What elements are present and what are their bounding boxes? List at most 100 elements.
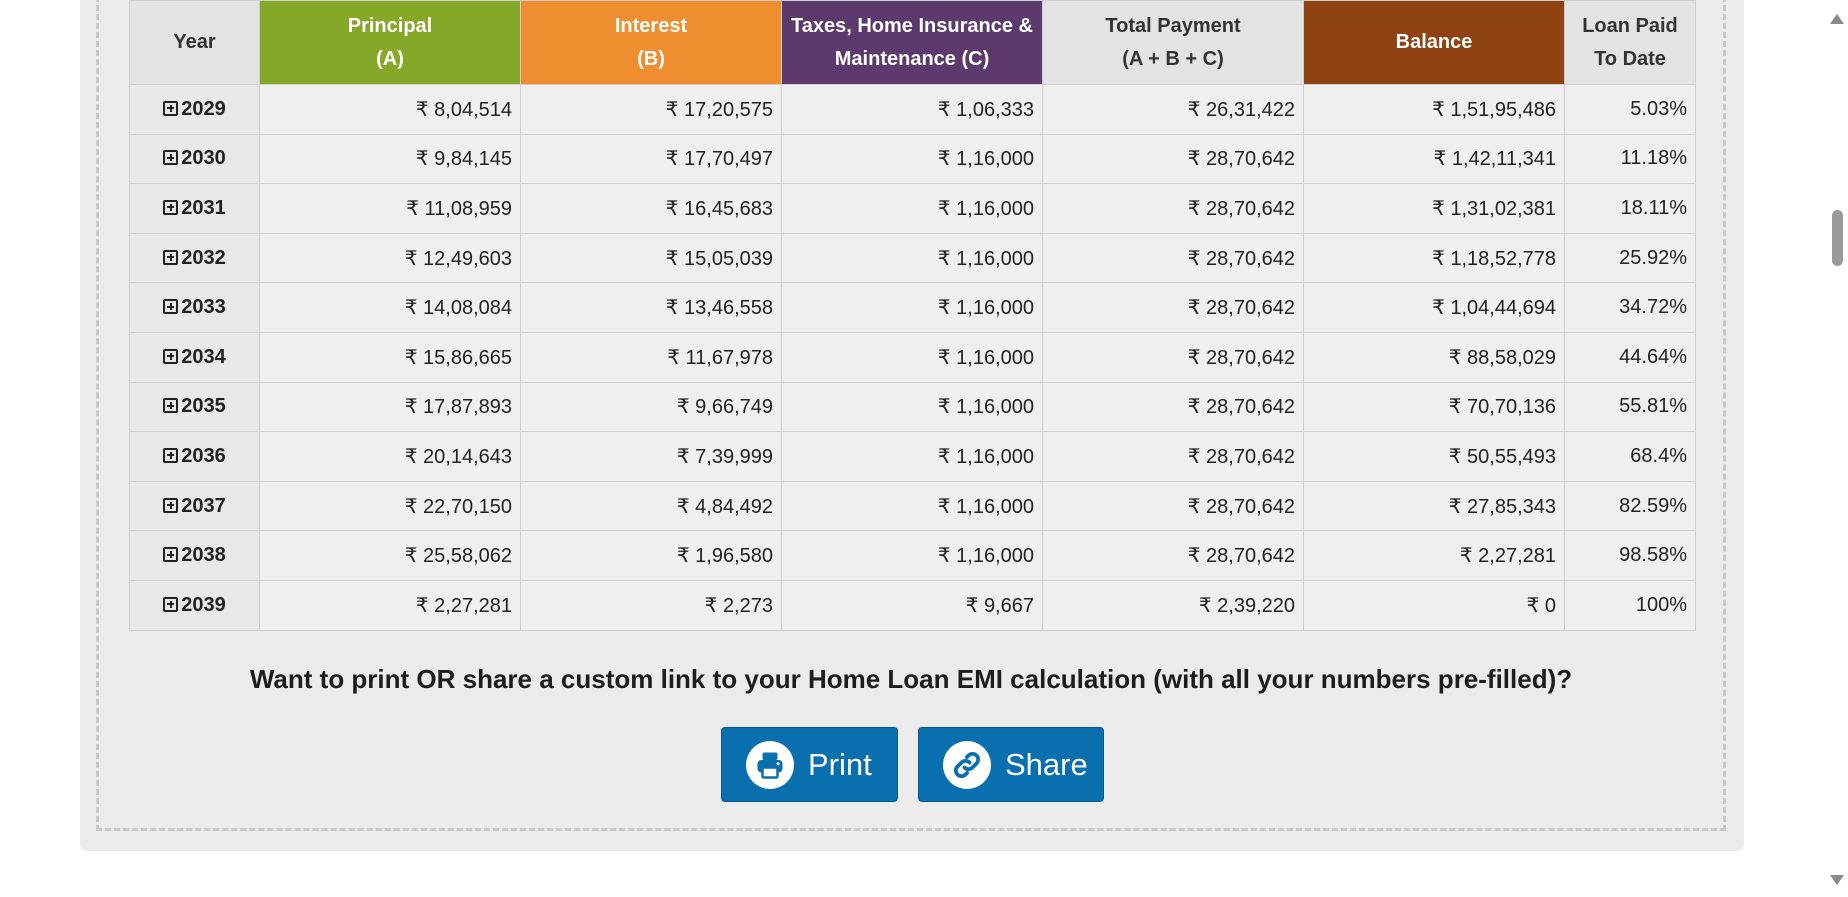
plus-square-icon[interactable] <box>163 249 179 265</box>
paid-cell: 98.58% <box>1564 530 1696 581</box>
taxes-cell: ₹ 1,06,333 <box>781 84 1043 135</box>
balance-cell: ₹ 50,55,493 <box>1303 431 1565 482</box>
paid-cell: 18.11% <box>1564 183 1696 234</box>
balance-cell: ₹ 0 <box>1303 579 1565 631</box>
plus-square-icon[interactable] <box>163 596 179 612</box>
paid-cell: 82.59% <box>1564 480 1696 532</box>
year-cell[interactable]: 2037 <box>129 480 260 532</box>
paid-cell: 44.64% <box>1564 331 1696 383</box>
taxes-cell: ₹ 1,16,000 <box>781 480 1043 532</box>
interest-column-header: Interest (B) <box>520 0 782 85</box>
plus-square-icon[interactable] <box>163 348 179 364</box>
interest-cell: ₹ 17,70,497 <box>520 133 782 185</box>
balance-cell: ₹ 1,51,95,486 <box>1303 84 1565 135</box>
scroll-thumb[interactable] <box>1832 210 1843 266</box>
balance-cell: ₹ 27,85,343 <box>1303 480 1565 532</box>
paid-cell: 11.18% <box>1564 133 1696 185</box>
year-label: 2034 <box>181 345 226 368</box>
interest-cell: ₹ 4,84,492 <box>520 480 782 532</box>
principal-cell: ₹ 12,49,603 <box>259 232 521 284</box>
taxes-cell: ₹ 1,16,000 <box>781 331 1043 383</box>
year-cell[interactable]: 2036 <box>129 431 260 482</box>
paid-cell: 25.92% <box>1564 232 1696 284</box>
print-button-label: Print <box>808 746 872 782</box>
taxes-cell: ₹ 9,667 <box>781 579 1043 631</box>
share-button-label: Share <box>1005 746 1088 782</box>
total-payment-column-header: Total Payment (A + B + C) <box>1042 0 1304 85</box>
vertical-scrollbar[interactable] <box>1826 0 1848 897</box>
total-cell: ₹ 2,39,220 <box>1042 579 1304 631</box>
table-body: 2029 ₹ 8,04,514 ₹ 17,20,575 ₹ 1,06,333 ₹ 26,… <box>129 84 1696 631</box>
balance-cell: ₹ 1,18,52,778 <box>1303 232 1565 284</box>
principal-cell: ₹ 9,84,145 <box>259 133 521 185</box>
year-cell[interactable]: 2035 <box>129 381 260 433</box>
interest-cell: ₹ 7,39,999 <box>520 431 782 482</box>
share-button[interactable]: Share <box>918 727 1104 802</box>
paid-cell: 55.81% <box>1564 381 1696 433</box>
year-label: 2033 <box>181 296 226 319</box>
year-cell[interactable]: 2034 <box>129 331 260 383</box>
year-column-header: Year <box>129 0 260 85</box>
taxes-cell: ₹ 1,16,000 <box>781 183 1043 234</box>
year-label: 2038 <box>181 544 226 567</box>
table-row: 2030 ₹ 9,84,145 ₹ 17,70,497 ₹ 1,16,000 ₹ 28,… <box>129 133 1696 185</box>
total-cell: ₹ 28,70,642 <box>1042 530 1304 581</box>
link-icon <box>943 740 991 789</box>
table-row: 2034 ₹ 15,86,665 ₹ 11,67,978 ₹ 1,16,000 ₹ 28… <box>129 331 1696 383</box>
taxes-cell: ₹ 1,16,000 <box>781 431 1043 482</box>
printer-icon <box>746 740 794 789</box>
interest-cell: ₹ 11,67,978 <box>520 331 782 383</box>
taxes-cell: ₹ 1,16,000 <box>781 133 1043 185</box>
year-cell[interactable]: 2039 <box>129 579 260 631</box>
table-header-row: Year Principal (A) Interest (B) Taxes, H… <box>129 0 1696 85</box>
interest-cell: ₹ 9,66,749 <box>520 381 782 433</box>
loan-paid-column-header: Loan Paid To Date <box>1564 0 1696 85</box>
plus-square-icon[interactable] <box>163 398 179 414</box>
year-cell[interactable]: 2033 <box>129 282 260 333</box>
balance-cell: ₹ 1,04,44,694 <box>1303 282 1565 333</box>
taxes-cell: ₹ 1,16,000 <box>781 381 1043 433</box>
balance-cell: ₹ 1,31,02,381 <box>1303 183 1565 234</box>
total-cell: ₹ 28,70,642 <box>1042 183 1304 234</box>
paid-cell: 5.03% <box>1564 84 1696 135</box>
year-cell[interactable]: 2031 <box>129 183 260 234</box>
taxes-cell: ₹ 1,16,000 <box>781 530 1043 581</box>
year-cell[interactable]: 2038 <box>129 530 260 581</box>
table-row: 2033 ₹ 14,08,084 ₹ 13,46,558 ₹ 1,16,000 ₹ 28… <box>129 282 1696 333</box>
principal-column-header: Principal (A) <box>259 0 521 85</box>
interest-cell: ₹ 17,20,575 <box>520 84 782 135</box>
plus-square-icon[interactable] <box>163 100 179 116</box>
scroll-down-arrow-icon[interactable] <box>1830 875 1844 885</box>
balance-cell: ₹ 88,58,029 <box>1303 331 1565 383</box>
principal-cell: ₹ 14,08,084 <box>259 282 521 333</box>
principal-cell: ₹ 17,87,893 <box>259 381 521 433</box>
plus-square-icon[interactable] <box>163 150 179 166</box>
payment-schedule-table: Year Principal (A) Interest (B) Taxes, H… <box>129 0 1696 631</box>
total-cell: ₹ 28,70,642 <box>1042 480 1304 532</box>
total-cell: ₹ 28,70,642 <box>1042 431 1304 482</box>
table-row: 2035 ₹ 17,87,893 ₹ 9,66,749 ₹ 1,16,000 ₹ 28,… <box>129 381 1696 433</box>
plus-square-icon[interactable] <box>163 299 179 315</box>
year-label: 2032 <box>181 246 226 269</box>
plus-square-icon[interactable] <box>163 497 179 513</box>
total-cell: ₹ 28,70,642 <box>1042 133 1304 185</box>
plus-square-icon[interactable] <box>163 547 179 563</box>
taxes-column-header: Taxes, Home Insurance & Maintenance (C) <box>781 0 1043 85</box>
plus-square-icon[interactable] <box>163 447 179 463</box>
interest-cell: ₹ 1,96,580 <box>520 530 782 581</box>
total-cell: ₹ 26,31,422 <box>1042 84 1304 135</box>
print-button[interactable]: Print <box>721 727 898 802</box>
paid-cell: 100% <box>1564 579 1696 631</box>
interest-cell: ₹ 2,273 <box>520 579 782 631</box>
share-prompt: Want to print OR share a custom link to … <box>249 664 1573 694</box>
page: Year Principal (A) Interest (B) Taxes, H… <box>0 0 1848 897</box>
scroll-up-arrow-icon[interactable] <box>1830 14 1844 24</box>
table-row: 2039 ₹ 2,27,281 ₹ 2,273 ₹ 9,667 ₹ 2,39,220 ₹ … <box>129 579 1696 631</box>
plus-square-icon[interactable] <box>163 199 179 215</box>
year-cell[interactable]: 2030 <box>129 133 260 185</box>
total-cell: ₹ 28,70,642 <box>1042 282 1304 333</box>
total-cell: ₹ 28,70,642 <box>1042 331 1304 383</box>
balance-cell: ₹ 1,42,11,341 <box>1303 133 1565 185</box>
year-cell[interactable]: 2032 <box>129 232 260 284</box>
year-cell[interactable]: 2029 <box>129 84 260 135</box>
